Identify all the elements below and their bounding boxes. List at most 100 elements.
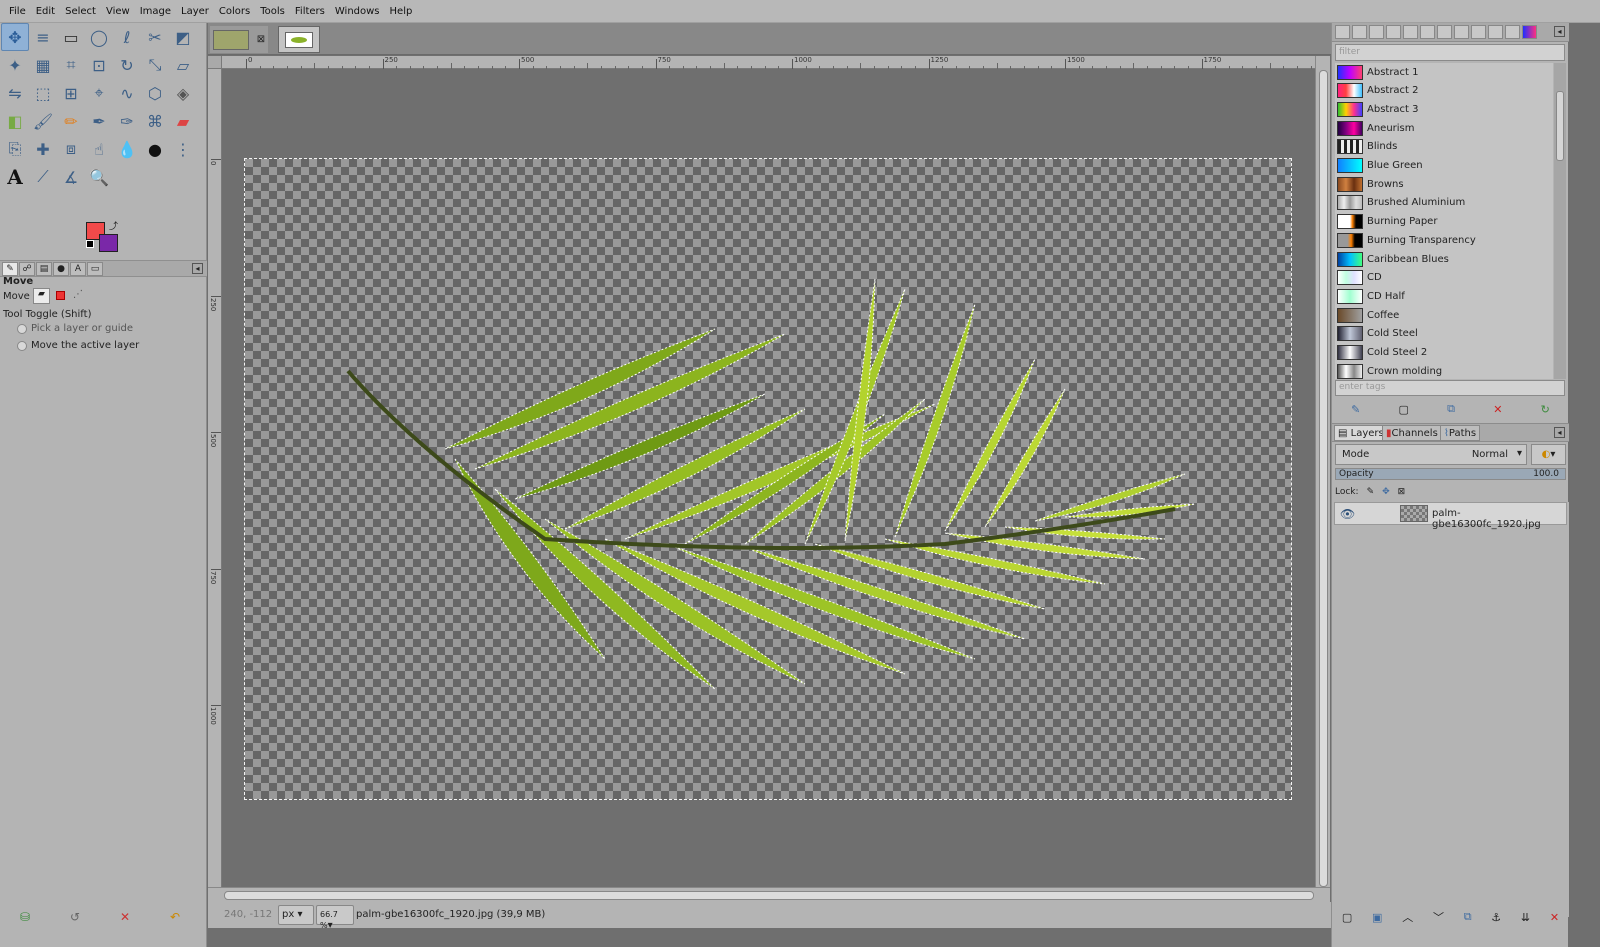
scroll-thumb[interactable] <box>1319 70 1328 887</box>
gradient-item[interactable]: Abstract 1 <box>1335 63 1553 81</box>
canvas-area[interactable] <box>222 70 1315 887</box>
gradient-item[interactable]: CD <box>1335 269 1553 287</box>
unified-transform-button[interactable]: ⊡ <box>85 51 113 79</box>
rect-select-button[interactable]: ▭ <box>57 23 85 51</box>
flip-tool-button[interactable]: ⇋ <box>1 79 29 107</box>
anchor-layer-icon[interactable]: ⚓ <box>1491 911 1501 924</box>
gradient-list-scrollbar[interactable] <box>1554 63 1566 379</box>
lock-position-icon[interactable]: ✥ <box>1382 487 1390 497</box>
scissors-select-button[interactable]: ✂ <box>141 23 169 51</box>
delete-layer-icon[interactable]: ✕ <box>1550 911 1559 924</box>
image-tab-2[interactable] <box>278 26 320 53</box>
menu-view[interactable]: View <box>101 0 135 23</box>
menu-filters[interactable]: Filters <box>290 0 330 23</box>
resource-tab[interactable] <box>1352 25 1367 39</box>
device-status-tab[interactable]: ☍ <box>19 261 35 276</box>
eraser-button[interactable]: ▰ <box>169 107 197 135</box>
duplicate-gradient-icon[interactable]: ⧉ <box>1447 402 1455 416</box>
resource-tab[interactable] <box>1437 25 1452 39</box>
perspective-tool-button[interactable]: ⬚ <box>29 79 57 107</box>
undo-history-tab[interactable]: ▤ <box>36 261 52 276</box>
vertical-scrollbar[interactable] <box>1315 56 1330 887</box>
menu-windows[interactable]: Windows <box>330 0 385 23</box>
horizontal-ruler[interactable]: 0 250 500 750 1000 1250 1500 1750 <box>222 56 1326 69</box>
menu-edit[interactable]: Edit <box>31 0 60 23</box>
handle-transform-button[interactable]: ⌖ <box>85 79 113 107</box>
crop-tool-button[interactable]: ⌗ <box>57 51 85 79</box>
warp-transform-button[interactable]: ∿ <box>113 79 141 107</box>
menu-tools[interactable]: Tools <box>255 0 290 23</box>
opacity-slider[interactable]: Opacity 100.0 <box>1335 468 1566 480</box>
scale-tool-button[interactable]: ⤡ <box>141 51 169 79</box>
gradient-tool-button[interactable]: ◧ <box>1 107 29 135</box>
duplicate-layer-icon[interactable]: ⧉ <box>1464 910 1472 924</box>
gradient-item[interactable]: Cold Steel 2 <box>1335 344 1553 362</box>
restore-options-icon[interactable]: ↺ <box>50 910 100 924</box>
move-layer-button[interactable]: ▰ <box>33 288 50 304</box>
new-layer-icon[interactable]: ▢ <box>1342 911 1352 924</box>
fuzzy-select-button[interactable]: ✦ <box>1 51 29 79</box>
menu-image[interactable]: Image <box>135 0 176 23</box>
smudge-tool-button[interactable]: ☝ <box>85 135 113 163</box>
bucket-fill-button[interactable]: ◈ <box>169 79 197 107</box>
perspective-clone-button[interactable]: ⧈ <box>57 135 85 163</box>
move-path-button[interactable]: ⋰ <box>73 289 83 300</box>
ellipse-select-button[interactable]: ◯ <box>85 23 113 51</box>
lock-alpha-icon[interactable]: ⊠ <box>1398 487 1406 497</box>
layer-row[interactable]: 👁 palm-gbe16300fc_1920.jpg <box>1334 502 1567 530</box>
move-tool-button[interactable]: ✥ <box>1 23 29 51</box>
brushes-tab[interactable]: ● <box>53 261 69 276</box>
clone-tool-button[interactable]: ⎘ <box>1 135 29 163</box>
dodge-burn-button[interactable]: ● <box>141 135 169 163</box>
edit-gradient-icon[interactable]: ✎ <box>1351 403 1360 416</box>
gradient-list[interactable]: Abstract 1 Abstract 2 Abstract 3 Aneurism Bl… <box>1335 63 1553 379</box>
tab-channels[interactable]: ▮Channels <box>1382 425 1442 441</box>
gradient-item[interactable]: Aneurism <box>1335 119 1553 137</box>
resource-tab[interactable] <box>1522 25 1537 39</box>
images-tab[interactable]: ▭ <box>87 261 103 276</box>
gradient-item[interactable]: Browns <box>1335 175 1553 193</box>
cage-transform-button[interactable]: ⬡ <box>141 79 169 107</box>
background-color-swatch[interactable] <box>99 234 118 252</box>
resource-tab[interactable] <box>1420 25 1435 39</box>
panel-menu-icon[interactable]: ◂ <box>1554 26 1565 37</box>
gradient-item[interactable]: Burning Paper <box>1335 213 1553 231</box>
resource-tab[interactable] <box>1471 25 1486 39</box>
menu-layer[interactable]: Layer <box>176 0 214 23</box>
gradient-filter-input[interactable]: filter <box>1335 44 1565 61</box>
menu-colors[interactable]: Colors <box>214 0 255 23</box>
scroll-thumb[interactable] <box>224 891 1314 900</box>
resource-tab[interactable] <box>1369 25 1384 39</box>
menu-help[interactable]: Help <box>385 0 418 23</box>
mypaint-brush-button[interactable]: ⌘ <box>141 107 169 135</box>
menu-file[interactable]: File <box>4 0 31 23</box>
ruler-corner[interactable] <box>208 56 222 69</box>
composite-mode-select[interactable]: ◐▾ <box>1531 444 1566 465</box>
resource-tab[interactable] <box>1386 25 1401 39</box>
gradient-item[interactable]: Abstract 2 <box>1335 82 1553 100</box>
refresh-gradients-icon[interactable]: ↻ <box>1541 403 1550 416</box>
pick-layer-radio[interactable] <box>17 324 27 334</box>
gradient-item[interactable]: Crown molding <box>1335 362 1553 379</box>
resource-tab[interactable] <box>1454 25 1469 39</box>
resource-tab[interactable] <box>1505 25 1520 39</box>
reset-options-icon[interactable]: ↶ <box>150 910 200 924</box>
fonts-tab[interactable]: A <box>70 261 86 276</box>
gradient-item[interactable]: Abstract 3 <box>1335 100 1553 118</box>
blur-sharpen-button[interactable]: 💧 <box>113 135 141 163</box>
tab-paths[interactable]: ⌇Paths <box>1440 425 1481 441</box>
shear-tool-button[interactable]: ▱ <box>169 51 197 79</box>
ink-button[interactable]: ✑ <box>113 107 141 135</box>
move-selection-button[interactable] <box>56 291 65 300</box>
paths-tool-button[interactable]: ⋮ <box>169 135 197 163</box>
raise-layer-icon[interactable]: ︿ <box>1402 909 1413 925</box>
measure-tool-button[interactable]: ∡ <box>57 163 85 191</box>
resource-tab[interactable] <box>1403 25 1418 39</box>
rotate-tool-button[interactable]: ↻ <box>113 51 141 79</box>
tab-layers[interactable]: ▤ Layers <box>1334 425 1388 441</box>
panel-menu-icon[interactable]: ◂ <box>192 263 203 274</box>
gradient-item[interactable]: Burning Transparency <box>1335 231 1553 249</box>
layer-list[interactable]: 👁 palm-gbe16300fc_1920.jpg <box>1332 502 1569 917</box>
color-select-button[interactable]: ▦ <box>29 51 57 79</box>
scroll-thumb[interactable] <box>1556 91 1564 161</box>
